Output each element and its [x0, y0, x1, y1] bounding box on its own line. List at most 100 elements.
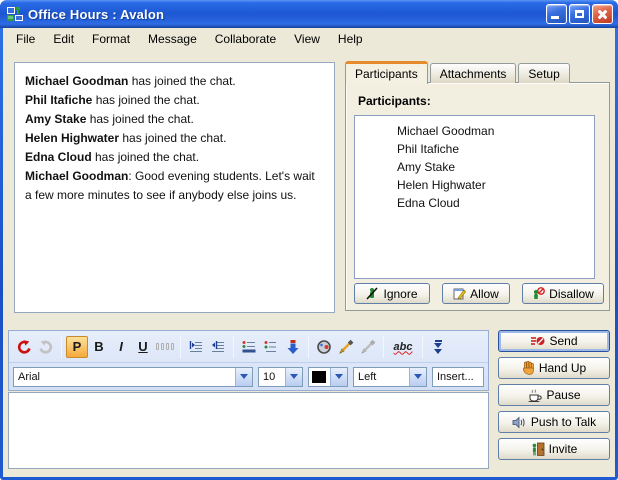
chevron-down-icon[interactable] — [330, 368, 347, 386]
redo-button[interactable] — [35, 336, 57, 358]
indent-decrease-icon — [210, 339, 226, 355]
insert-select[interactable]: Insert... — [432, 367, 484, 387]
toolbar-overflow-button[interactable] — [427, 336, 449, 358]
allow-note-icon — [453, 287, 466, 300]
web-color-button[interactable] — [313, 336, 335, 358]
spellcheck-icon: abc — [394, 341, 413, 353]
alignment-select[interactable]: Left — [353, 367, 427, 387]
dropper-disabled-button[interactable] — [357, 336, 379, 358]
bulleted-list-button[interactable] — [238, 336, 260, 358]
font-family-select[interactable]: Arial — [13, 367, 253, 387]
paragraph-label: P — [73, 339, 82, 354]
toolbar-separator — [383, 336, 384, 358]
participant-item[interactable]: Amy Stake — [355, 158, 594, 176]
send-button[interactable]: Send — [498, 330, 610, 352]
scroll-to-bottom-button[interactable] — [282, 336, 304, 358]
tab-participants[interactable]: Participants — [345, 61, 428, 84]
menu-file[interactable]: File — [7, 30, 44, 48]
chevron-down-icon[interactable] — [235, 368, 252, 386]
menu-collaborate[interactable]: Collaborate — [206, 30, 285, 48]
menu-edit[interactable]: Edit — [44, 30, 83, 48]
italic-button[interactable]: I — [110, 336, 132, 358]
font-size-select[interactable]: 10 — [258, 367, 303, 387]
disallow-label: Disallow — [549, 287, 594, 301]
close-button[interactable] — [592, 4, 613, 24]
eyedropper-yellow-icon — [338, 339, 354, 355]
font-size-value: 10 — [259, 371, 285, 383]
action-button-column: Send Hand Up — [498, 330, 610, 460]
bold-label: B — [94, 339, 103, 354]
ignore-button[interactable]: Ignore — [354, 283, 430, 304]
toolbar-icons-row: P B I U — [9, 331, 488, 362]
menu-view[interactable]: View — [285, 30, 329, 48]
chat-message: Amy Stake has joined the chat. — [25, 110, 324, 129]
invite-button[interactable]: Invite — [498, 438, 610, 460]
color-swatch — [312, 371, 326, 383]
window-title: Office Hours : Avalon — [28, 7, 546, 22]
redo-icon — [38, 339, 54, 355]
numbered-list-button[interactable] — [260, 336, 282, 358]
client-area: File Edit Format Message Collaborate Vie… — [3, 28, 615, 477]
menu-bar: File Edit Format Message Collaborate Vie… — [3, 28, 615, 49]
minimize-button[interactable] — [546, 4, 567, 24]
participants-label: Participants: — [358, 94, 431, 108]
insert-value: Insert... — [433, 371, 483, 383]
disallow-button[interactable]: Disallow — [522, 283, 604, 304]
send-icon — [530, 335, 545, 347]
pause-button[interactable]: Pause — [498, 384, 610, 406]
undo-button[interactable] — [13, 336, 35, 358]
hand-up-button[interactable]: Hand Up — [498, 357, 610, 379]
ignore-person-icon — [366, 287, 379, 300]
menu-format[interactable]: Format — [83, 30, 139, 48]
tab-setup[interactable]: Setup — [518, 63, 569, 83]
participants-list[interactable]: Michael Goodman Phil Itafiche Amy Stake … — [354, 115, 595, 279]
toolbar-separator — [422, 336, 423, 358]
message-input[interactable] — [8, 392, 489, 469]
menu-message[interactable]: Message — [139, 30, 206, 48]
indent-increase-button[interactable] — [185, 336, 207, 358]
chat-message: Michael Goodman: Good evening students. … — [25, 167, 324, 205]
numbered-list-icon — [263, 339, 279, 355]
speaker-icon — [512, 416, 527, 429]
allow-button[interactable]: Allow — [442, 283, 510, 304]
application-window: Office Hours : Avalon File Edit Format M… — [0, 0, 618, 480]
participant-item[interactable]: Michael Goodman — [355, 122, 594, 140]
hand-up-icon — [522, 361, 535, 375]
invite-label: Invite — [549, 442, 578, 456]
alignment-value: Left — [354, 371, 409, 383]
underline-button[interactable]: U — [132, 336, 154, 358]
chevron-down-icon[interactable] — [409, 368, 426, 386]
chat-message: Helen Highwater has joined the chat. — [25, 129, 324, 148]
chat-message: Michael Goodman has joined the chat. — [25, 72, 324, 91]
chevron-down-icon[interactable] — [285, 368, 302, 386]
minimize-icon — [551, 16, 559, 19]
participant-item[interactable]: Helen Highwater — [355, 176, 594, 194]
window-frame: Office Hours : Avalon File Edit Format M… — [0, 0, 618, 480]
participants-panel: Participants: Michael Goodman Phil Itafi… — [345, 82, 610, 311]
highlight-dropper-button[interactable] — [335, 336, 357, 358]
menu-help[interactable]: Help — [329, 30, 372, 48]
tab-attachments[interactable]: Attachments — [430, 63, 517, 83]
participant-item[interactable]: Edna Cloud — [355, 194, 594, 212]
chat-transcript: Michael Goodman has joined the chat. Phi… — [14, 62, 335, 313]
bold-button[interactable]: B — [88, 336, 110, 358]
indent-decrease-button[interactable] — [207, 336, 229, 358]
push-to-talk-button[interactable]: Push to Talk — [498, 411, 610, 433]
pause-label: Pause — [546, 388, 580, 402]
hand-up-label: Hand Up — [539, 361, 586, 375]
text-color-select[interactable] — [308, 367, 348, 387]
globe-icon — [316, 339, 332, 355]
underline-label: U — [138, 339, 147, 354]
eyedropper-gray-icon — [360, 339, 376, 355]
maximize-button[interactable] — [569, 4, 590, 24]
ignore-label: Ignore — [383, 287, 417, 301]
spellcheck-button[interactable]: abc — [388, 336, 418, 358]
title-bar[interactable]: Office Hours : Avalon — [0, 0, 618, 28]
participant-item[interactable]: Phil Itafiche — [355, 140, 594, 158]
symbols-icon — [156, 343, 174, 350]
toolbar-separator — [308, 336, 309, 358]
toolbar-separator — [61, 336, 62, 358]
symbols-button[interactable] — [154, 336, 176, 358]
chat-message: Phil Itafiche has joined the chat. — [25, 91, 324, 110]
paragraph-style-button[interactable]: P — [66, 336, 88, 358]
